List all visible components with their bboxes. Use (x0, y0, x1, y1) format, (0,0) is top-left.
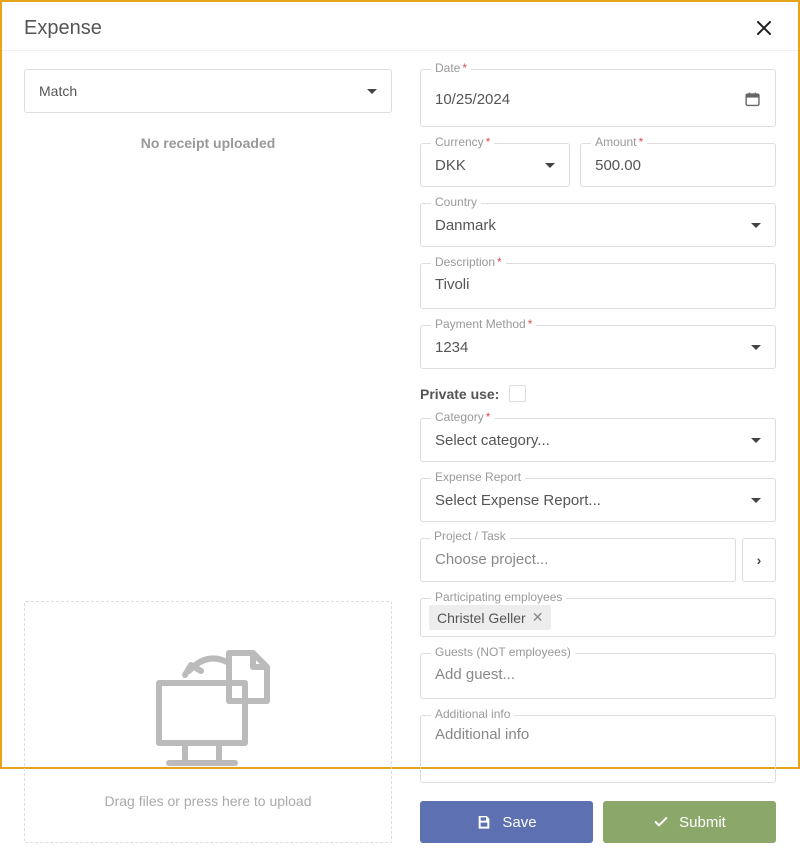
expense-report-select[interactable]: Expense Report Select Expense Report... (420, 478, 776, 522)
expense-report-label: Expense Report (431, 470, 525, 484)
project-expand-button[interactable]: › (742, 538, 776, 582)
match-select-label: Match (39, 83, 77, 99)
action-buttons: Save Submit (420, 801, 776, 843)
save-icon (476, 814, 492, 830)
country-value: Danmark (435, 217, 751, 234)
submit-button-label: Submit (679, 814, 726, 831)
expense-report-placeholder: Select Expense Report... (435, 492, 751, 509)
participants-label: Participating employees (431, 590, 566, 604)
check-icon (653, 814, 669, 830)
save-button[interactable]: Save (420, 801, 593, 843)
additional-info-label: Additional info (431, 707, 514, 721)
close-button[interactable] (752, 16, 776, 40)
caret-down-icon (751, 498, 761, 503)
left-column: Match No receipt uploaded Drag files or … (24, 69, 392, 843)
project-input[interactable]: Choose project... (420, 538, 736, 582)
private-use-row: Private use: (420, 385, 776, 402)
remove-chip-icon[interactable]: ✕ (532, 609, 544, 626)
payment-method-label: Payment Method* (431, 317, 536, 331)
currency-value: DKK (435, 157, 545, 174)
guests-placeholder: Add guest... (435, 666, 515, 683)
payment-method-select[interactable]: Payment Method* 1234 (420, 325, 776, 369)
project-placeholder: Choose project... (435, 551, 548, 568)
category-select[interactable]: Category* Select category... (420, 418, 776, 462)
category-placeholder: Select category... (435, 432, 751, 449)
right-column: Date* 10/25/2024 Currency* DKK Amount* 5… (420, 69, 776, 843)
upload-icon (133, 635, 283, 775)
amount-field[interactable]: Amount* 500.00 (580, 143, 776, 187)
chevron-right-icon: › (757, 552, 762, 568)
private-use-checkbox[interactable] (509, 385, 526, 402)
project-label: Project / Task (430, 529, 510, 543)
category-label: Category* (431, 410, 494, 424)
caret-down-icon (751, 223, 761, 228)
participant-chip: Christel Geller ✕ (429, 605, 551, 630)
description-field[interactable]: Description* Tivoli (420, 263, 776, 309)
dropzone-text: Drag files or press here to upload (105, 793, 312, 809)
guests-label: Guests (NOT employees) (431, 645, 575, 659)
caret-down-icon (751, 345, 761, 350)
date-field[interactable]: Date* 10/25/2024 (420, 69, 776, 127)
close-icon (756, 20, 772, 36)
private-use-label: Private use: (420, 386, 499, 402)
dialog-content: Match No receipt uploaded Drag files or … (2, 51, 798, 861)
no-receipt-text: No receipt uploaded (24, 135, 392, 151)
caret-down-icon (751, 438, 761, 443)
currency-select[interactable]: Currency* DKK (420, 143, 570, 187)
date-value: 10/25/2024 (435, 91, 744, 108)
participants-field[interactable]: Participating employees Christel Geller … (420, 598, 776, 637)
amount-label: Amount* (591, 135, 647, 149)
currency-label: Currency* (431, 135, 494, 149)
save-button-label: Save (502, 814, 536, 831)
dialog-header: Expense (2, 2, 798, 51)
calendar-icon (744, 90, 761, 108)
country-label: Country (431, 195, 481, 209)
additional-info-placeholder: Additional info (435, 726, 529, 743)
page-title: Expense (24, 17, 102, 40)
caret-down-icon (367, 89, 377, 94)
project-field-wrapper: Project / Task Choose project... › (420, 538, 776, 582)
participant-chip-label: Christel Geller (437, 610, 526, 626)
date-label: Date* (431, 61, 471, 75)
upload-dropzone[interactable]: Drag files or press here to upload (24, 601, 392, 843)
submit-button[interactable]: Submit (603, 801, 776, 843)
match-select[interactable]: Match (24, 69, 392, 113)
description-value: Tivoli (435, 276, 469, 293)
country-select[interactable]: Country Danmark (420, 203, 776, 247)
additional-info-field[interactable]: Additional info Additional info (420, 715, 776, 783)
guests-field[interactable]: Guests (NOT employees) Add guest... (420, 653, 776, 699)
payment-method-value: 1234 (435, 339, 751, 356)
caret-down-icon (545, 163, 555, 168)
amount-value: 500.00 (595, 157, 761, 174)
description-label: Description* (431, 255, 506, 269)
